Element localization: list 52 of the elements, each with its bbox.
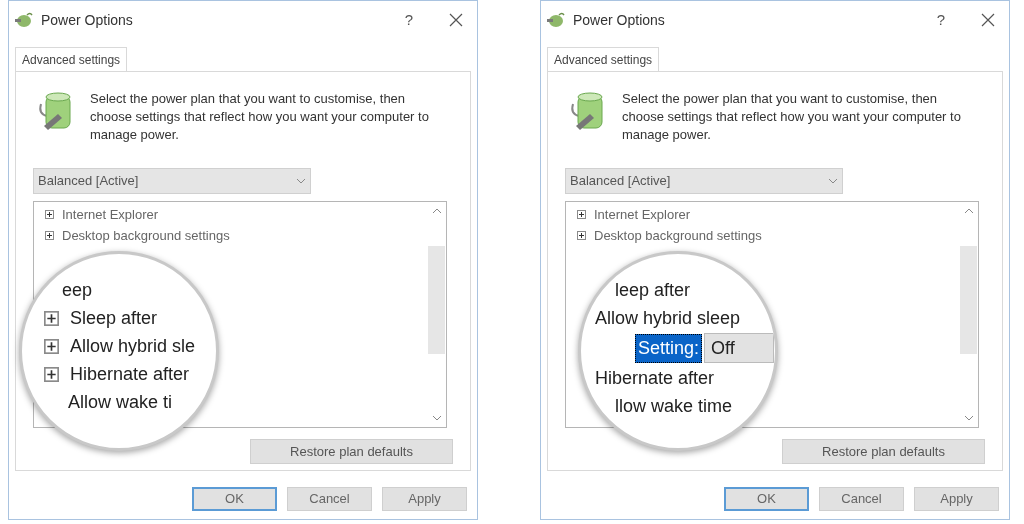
scroll-thumb[interactable] [428,246,445,354]
plan-dropdown[interactable]: Balanced [Active] [33,168,311,194]
tab[interactable]: Advanced settings [15,47,128,71]
caret-icon [296,178,306,184]
power-plug-icon [13,11,33,29]
restore-defaults-button[interactable]: Restore plan defaults [250,439,453,464]
expand-icon[interactable] [44,338,59,354]
caret-icon [828,178,838,184]
close-icon[interactable] [981,13,995,27]
window-title: Power Options [573,10,665,30]
magnified-tree-item[interactable]: leep after [615,276,691,304]
expand-icon[interactable] [44,366,59,382]
help-button[interactable]: ? [398,8,419,32]
window-title: Power Options [41,10,133,30]
close-icon[interactable] [449,13,463,27]
plan-dropdown[interactable]: Balanced [Active] [565,168,843,194]
magnified-tree-item[interactable]: Hibernate after [595,364,715,392]
scroll-down-icon[interactable] [431,415,442,421]
magnified-tree-item[interactable]: llow wake time [615,392,733,420]
scroll-down-icon[interactable] [963,415,974,421]
tree-item[interactable]: Internet Explorer [62,204,159,225]
dialog-button[interactable]: Cancel [287,487,372,511]
description-text: Select the power plan that you want to customise, then choose settings that reflect how you want your computer to manage power. [622,90,962,144]
power-plug-icon [545,11,565,29]
expand-icon[interactable] [44,310,59,326]
setting-label: Setting: [635,333,703,363]
magnified-tree-item[interactable]: Allow hybrid sleep [595,304,741,332]
tree-item[interactable]: Desktop background settings [62,225,230,246]
magnified-tree-item[interactable]: Hibernate after [70,360,190,388]
scroll-thumb[interactable] [960,246,977,354]
expand-icon[interactable] [577,210,586,219]
dialog-button[interactable]: Apply [914,487,999,511]
magnified-tree-item[interactable]: Allow hybrid sle [70,332,196,360]
expand-icon[interactable] [45,210,54,219]
magnified-tree-item[interactable]: Sleep after [70,304,158,332]
restore-defaults-button[interactable]: Restore plan defaults [782,439,985,464]
magnified-tree-item[interactable]: eep [62,276,93,304]
tree-item[interactable]: Internet Explorer [594,204,691,225]
expand-icon[interactable] [577,231,586,240]
dialog-button[interactable]: Apply [382,487,467,511]
dialog-button[interactable]: Cancel [819,487,904,511]
scroll-up-icon[interactable] [963,208,974,214]
setting-dropdown[interactable]: Off [704,333,775,363]
dialog-button[interactable]: OK [192,487,277,511]
dialog-button[interactable]: OK [724,487,809,511]
scroll-up-icon[interactable] [431,208,442,214]
tree-item[interactable]: Desktop background settings [594,225,762,246]
help-button[interactable]: ? [930,8,951,32]
description-text: Select the power plan that you want to customise, then choose settings that reflect how you want your computer to manage power. [90,90,430,144]
magnified-tree-item[interactable]: Allow wake ti [68,388,173,416]
expand-icon[interactable] [45,231,54,240]
tab[interactable]: Advanced settings [547,47,660,71]
